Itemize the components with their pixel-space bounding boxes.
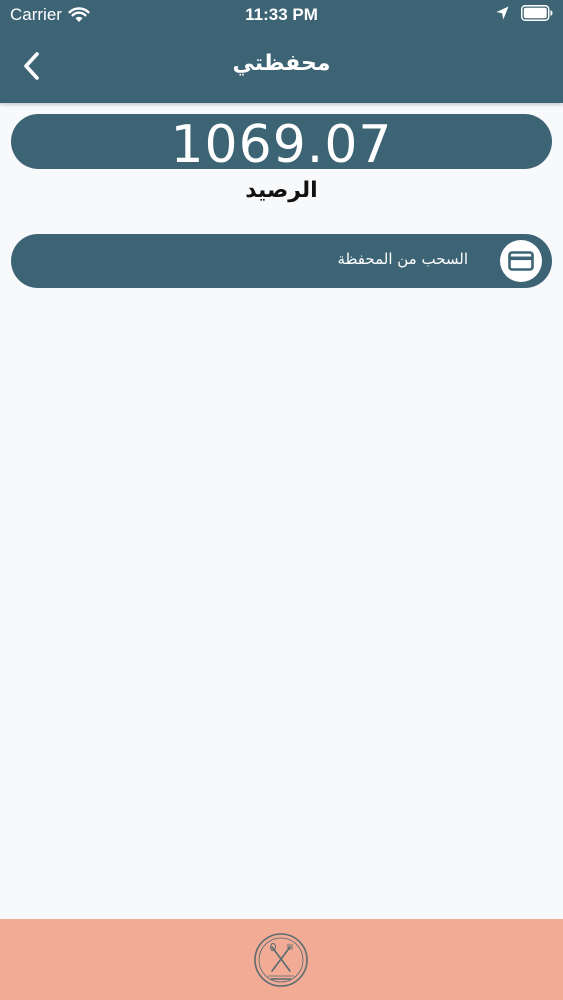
footer-bar	[0, 919, 563, 1000]
app-header: Carrier 11:33 PM محفظتي	[0, 0, 563, 103]
credit-card-icon	[500, 240, 542, 282]
status-bar: Carrier 11:33 PM	[0, 0, 563, 30]
withdraw-label: السحب من المحفظة	[337, 250, 468, 268]
status-time: 11:33 PM	[245, 5, 318, 24]
home-made-logo	[254, 933, 308, 987]
balance-amount: 1069.07	[170, 114, 393, 175]
status-indicators	[496, 5, 553, 21]
withdraw-from-wallet-button[interactable]: السحب من المحفظة	[11, 234, 552, 288]
page-title: محفظتي	[232, 51, 331, 76]
location-arrow-icon	[496, 6, 509, 20]
battery-icon	[521, 5, 553, 21]
balance-label: الرصيد	[245, 178, 318, 203]
balance-display: 1069.07	[11, 114, 552, 175]
